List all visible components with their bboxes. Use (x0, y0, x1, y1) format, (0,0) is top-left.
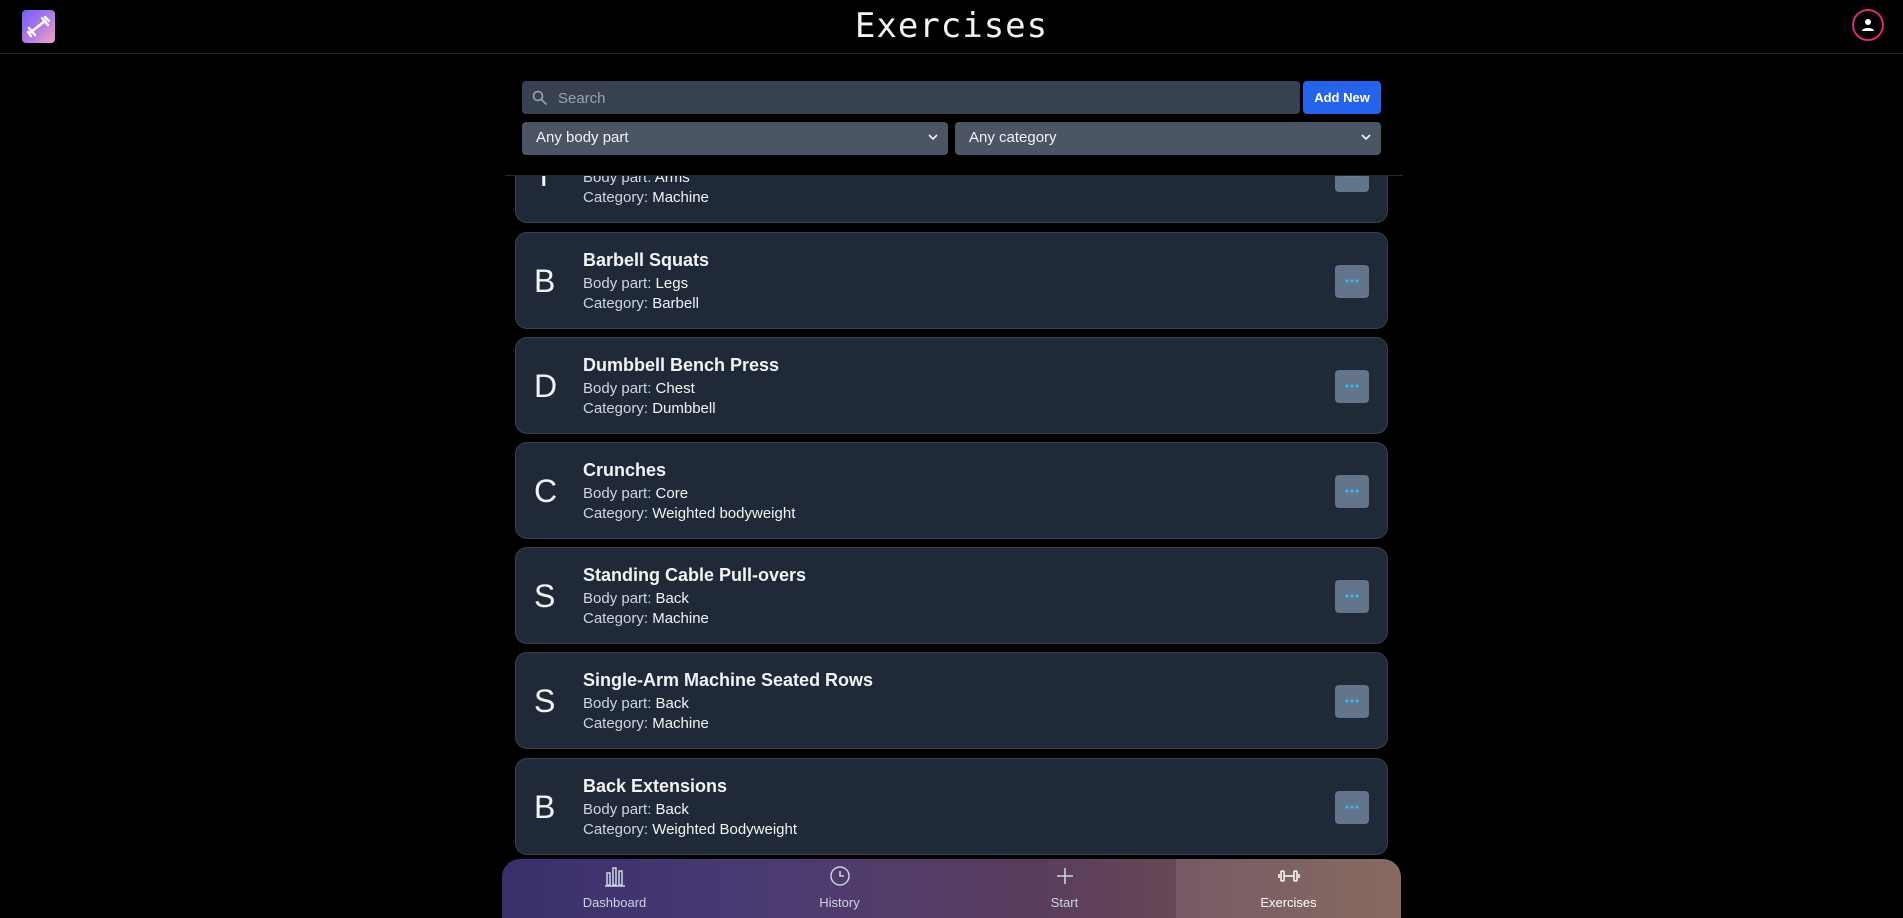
nav-dashboard[interactable]: Dashboard (502, 859, 727, 918)
clock-icon (830, 866, 850, 886)
exercise-category: Category: Machine (583, 715, 709, 732)
exercise-category: Category: Machine (583, 610, 709, 627)
exercise-initial: D (534, 368, 558, 404)
exercise-body-part: Body part: Core (583, 485, 689, 502)
exercise-initial: S (534, 683, 556, 719)
exercise-body-part: Body part: Chest (583, 380, 695, 397)
more-options-button[interactable] (1335, 580, 1369, 613)
nav-label: Dashboard (582, 895, 647, 910)
more-options-button[interactable] (1335, 370, 1369, 403)
bar-chart-icon (605, 867, 625, 887)
bottom-nav: Dashboard History Start Exercises (502, 859, 1401, 918)
nav-start[interactable]: Start (952, 859, 1177, 918)
exercise-card[interactable]: B Barbell Squats Body part: Legs Categor… (515, 232, 1388, 329)
body-part-select[interactable]: Any body part (522, 122, 948, 155)
exercise-initial: B (534, 263, 556, 299)
exercise-body-part: Body part: Back (583, 590, 689, 607)
exercise-category: Category: Machine (583, 189, 709, 206)
exercise-name: Single-Arm Machine Seated Rows (583, 670, 874, 690)
chevron-down-icon (928, 134, 938, 141)
plus-icon (1057, 868, 1073, 884)
exercise-name: Crunches (583, 460, 667, 480)
nav-label: History (819, 895, 860, 910)
page-title: Exercises (854, 6, 1049, 46)
more-options-button[interactable] (1335, 475, 1369, 508)
exercise-initial: S (534, 578, 556, 614)
exercise-card[interactable]: C Crunches Body part: Core Category: Wei… (515, 442, 1388, 539)
body-part-select-value: Any body part (536, 129, 629, 146)
nav-label: Exercises (1260, 895, 1317, 910)
more-options-button[interactable] (1335, 685, 1369, 718)
exercise-body-part: Body part: Back (583, 695, 689, 712)
exercise-name: Dumbbell Bench Press (583, 355, 780, 375)
nav-history[interactable]: History (727, 859, 952, 918)
chevron-down-icon (1361, 134, 1371, 141)
exercise-body-part: Body part: Legs (583, 275, 689, 292)
exercise-name: Back Extensions (583, 776, 728, 796)
exercise-initial: C (534, 473, 558, 509)
exercise-card[interactable]: B Back Extensions Body part: Back Catego… (515, 758, 1388, 855)
add-new-button[interactable]: Add New (1303, 81, 1381, 114)
user-avatar-button[interactable] (1852, 9, 1884, 41)
exercise-name: Standing Cable Pull-overs (583, 565, 807, 585)
exercise-initial: B (534, 789, 556, 825)
user-icon (1862, 19, 1874, 31)
exercise-body-part: Body part: Back (583, 801, 689, 818)
more-options-button[interactable] (1335, 791, 1369, 824)
search-icon (532, 90, 547, 105)
exercise-category: Category: Dumbbell (583, 400, 716, 417)
exercise-card[interactable]: S Single-Arm Machine Seated Rows Body pa… (515, 652, 1388, 749)
exercise-category: Category: Barbell (583, 295, 699, 312)
exercise-card[interactable]: S Standing Cable Pull-overs Body part: B… (515, 547, 1388, 644)
nav-exercises[interactable]: Exercises (1176, 859, 1401, 918)
dumbbell-icon (1278, 870, 1300, 882)
search-input[interactable] (556, 81, 1290, 116)
exercise-category: Category: Weighted bodyweight (583, 505, 796, 522)
more-options-button[interactable] (1335, 265, 1369, 298)
exercise-name: Barbell Squats (583, 250, 710, 270)
search-box[interactable] (522, 81, 1300, 116)
filter-panel: Add New Any body part Any category (505, 54, 1403, 176)
category-select[interactable]: Any category (955, 122, 1381, 155)
category-select-value: Any category (969, 129, 1057, 146)
app-header: Exercises (0, 0, 1903, 54)
exercise-category: Category: Weighted Bodyweight (583, 821, 798, 838)
nav-label: Start (1050, 895, 1079, 910)
exercise-card[interactable]: D Dumbbell Bench Press Body part: Chest … (515, 337, 1388, 434)
